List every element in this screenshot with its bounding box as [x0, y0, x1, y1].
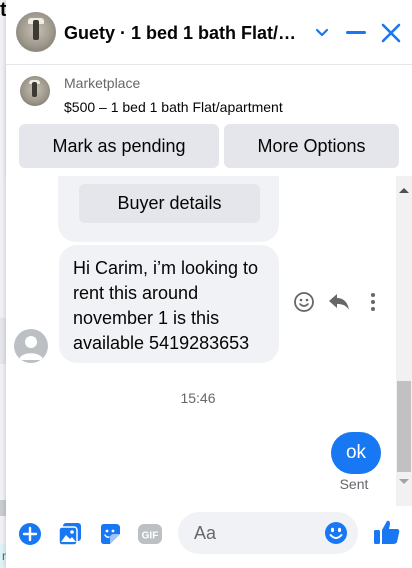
minimize-icon[interactable]	[343, 20, 369, 46]
message-list: Buyer details Hi Carim, i’m looking to r…	[6, 176, 412, 506]
scroll-up-arrow-icon[interactable]	[399, 188, 409, 193]
listing-summary[interactable]: $500 – 1 bed 1 bath Flat/apartment	[64, 98, 283, 116]
photo-icon[interactable]	[56, 520, 84, 548]
mark-as-pending-button[interactable]: Mark as pending	[19, 124, 219, 168]
plus-icon[interactable]	[16, 520, 44, 548]
sticker-icon[interactable]	[96, 520, 124, 548]
message-composer: GIF	[6, 506, 412, 568]
message-status: Sent	[339, 476, 369, 492]
message-scrollbar[interactable]	[396, 176, 412, 506]
gif-icon[interactable]: GIF	[136, 520, 164, 548]
react-emoji-icon[interactable]	[292, 290, 316, 314]
listing-thumbnail[interactable]	[20, 76, 50, 106]
buyer-details-button[interactable]: Buyer details	[79, 184, 260, 223]
more-icon[interactable]	[361, 290, 385, 314]
thumbs-up-icon[interactable]	[373, 518, 401, 546]
marketplace-label: Marketplace	[64, 75, 141, 91]
outgoing-message[interactable]: ok	[331, 432, 381, 474]
message-input[interactable]	[192, 521, 316, 545]
message-timestamp: 15:46	[180, 390, 216, 406]
emoji-icon[interactable]	[322, 519, 350, 547]
chevron-down-icon[interactable]	[309, 20, 335, 46]
sender-avatar[interactable]	[14, 329, 48, 363]
chat-window: Guety · 1 bed 1 bath Flat/apartment Mark…	[6, 0, 412, 568]
gif-label: GIF	[142, 531, 159, 542]
close-icon[interactable]	[378, 20, 404, 46]
marketplace-panel: Marketplace $500 – 1 bed 1 bath Flat/apa…	[6, 65, 412, 176]
scrollbar-thumb[interactable]	[397, 381, 411, 472]
listing-avatar[interactable]	[16, 12, 56, 52]
scroll-down-arrow-icon[interactable]	[399, 479, 409, 484]
reply-icon[interactable]	[327, 290, 351, 314]
chat-header: Guety · 1 bed 1 bath Flat/apartment	[6, 0, 412, 65]
chat-title[interactable]: Guety · 1 bed 1 bath Flat/apartment	[64, 22, 304, 44]
more-options-button[interactable]: More Options	[224, 124, 399, 168]
incoming-message[interactable]: Hi Carim, i’m looking to rent this aroun…	[59, 245, 279, 363]
